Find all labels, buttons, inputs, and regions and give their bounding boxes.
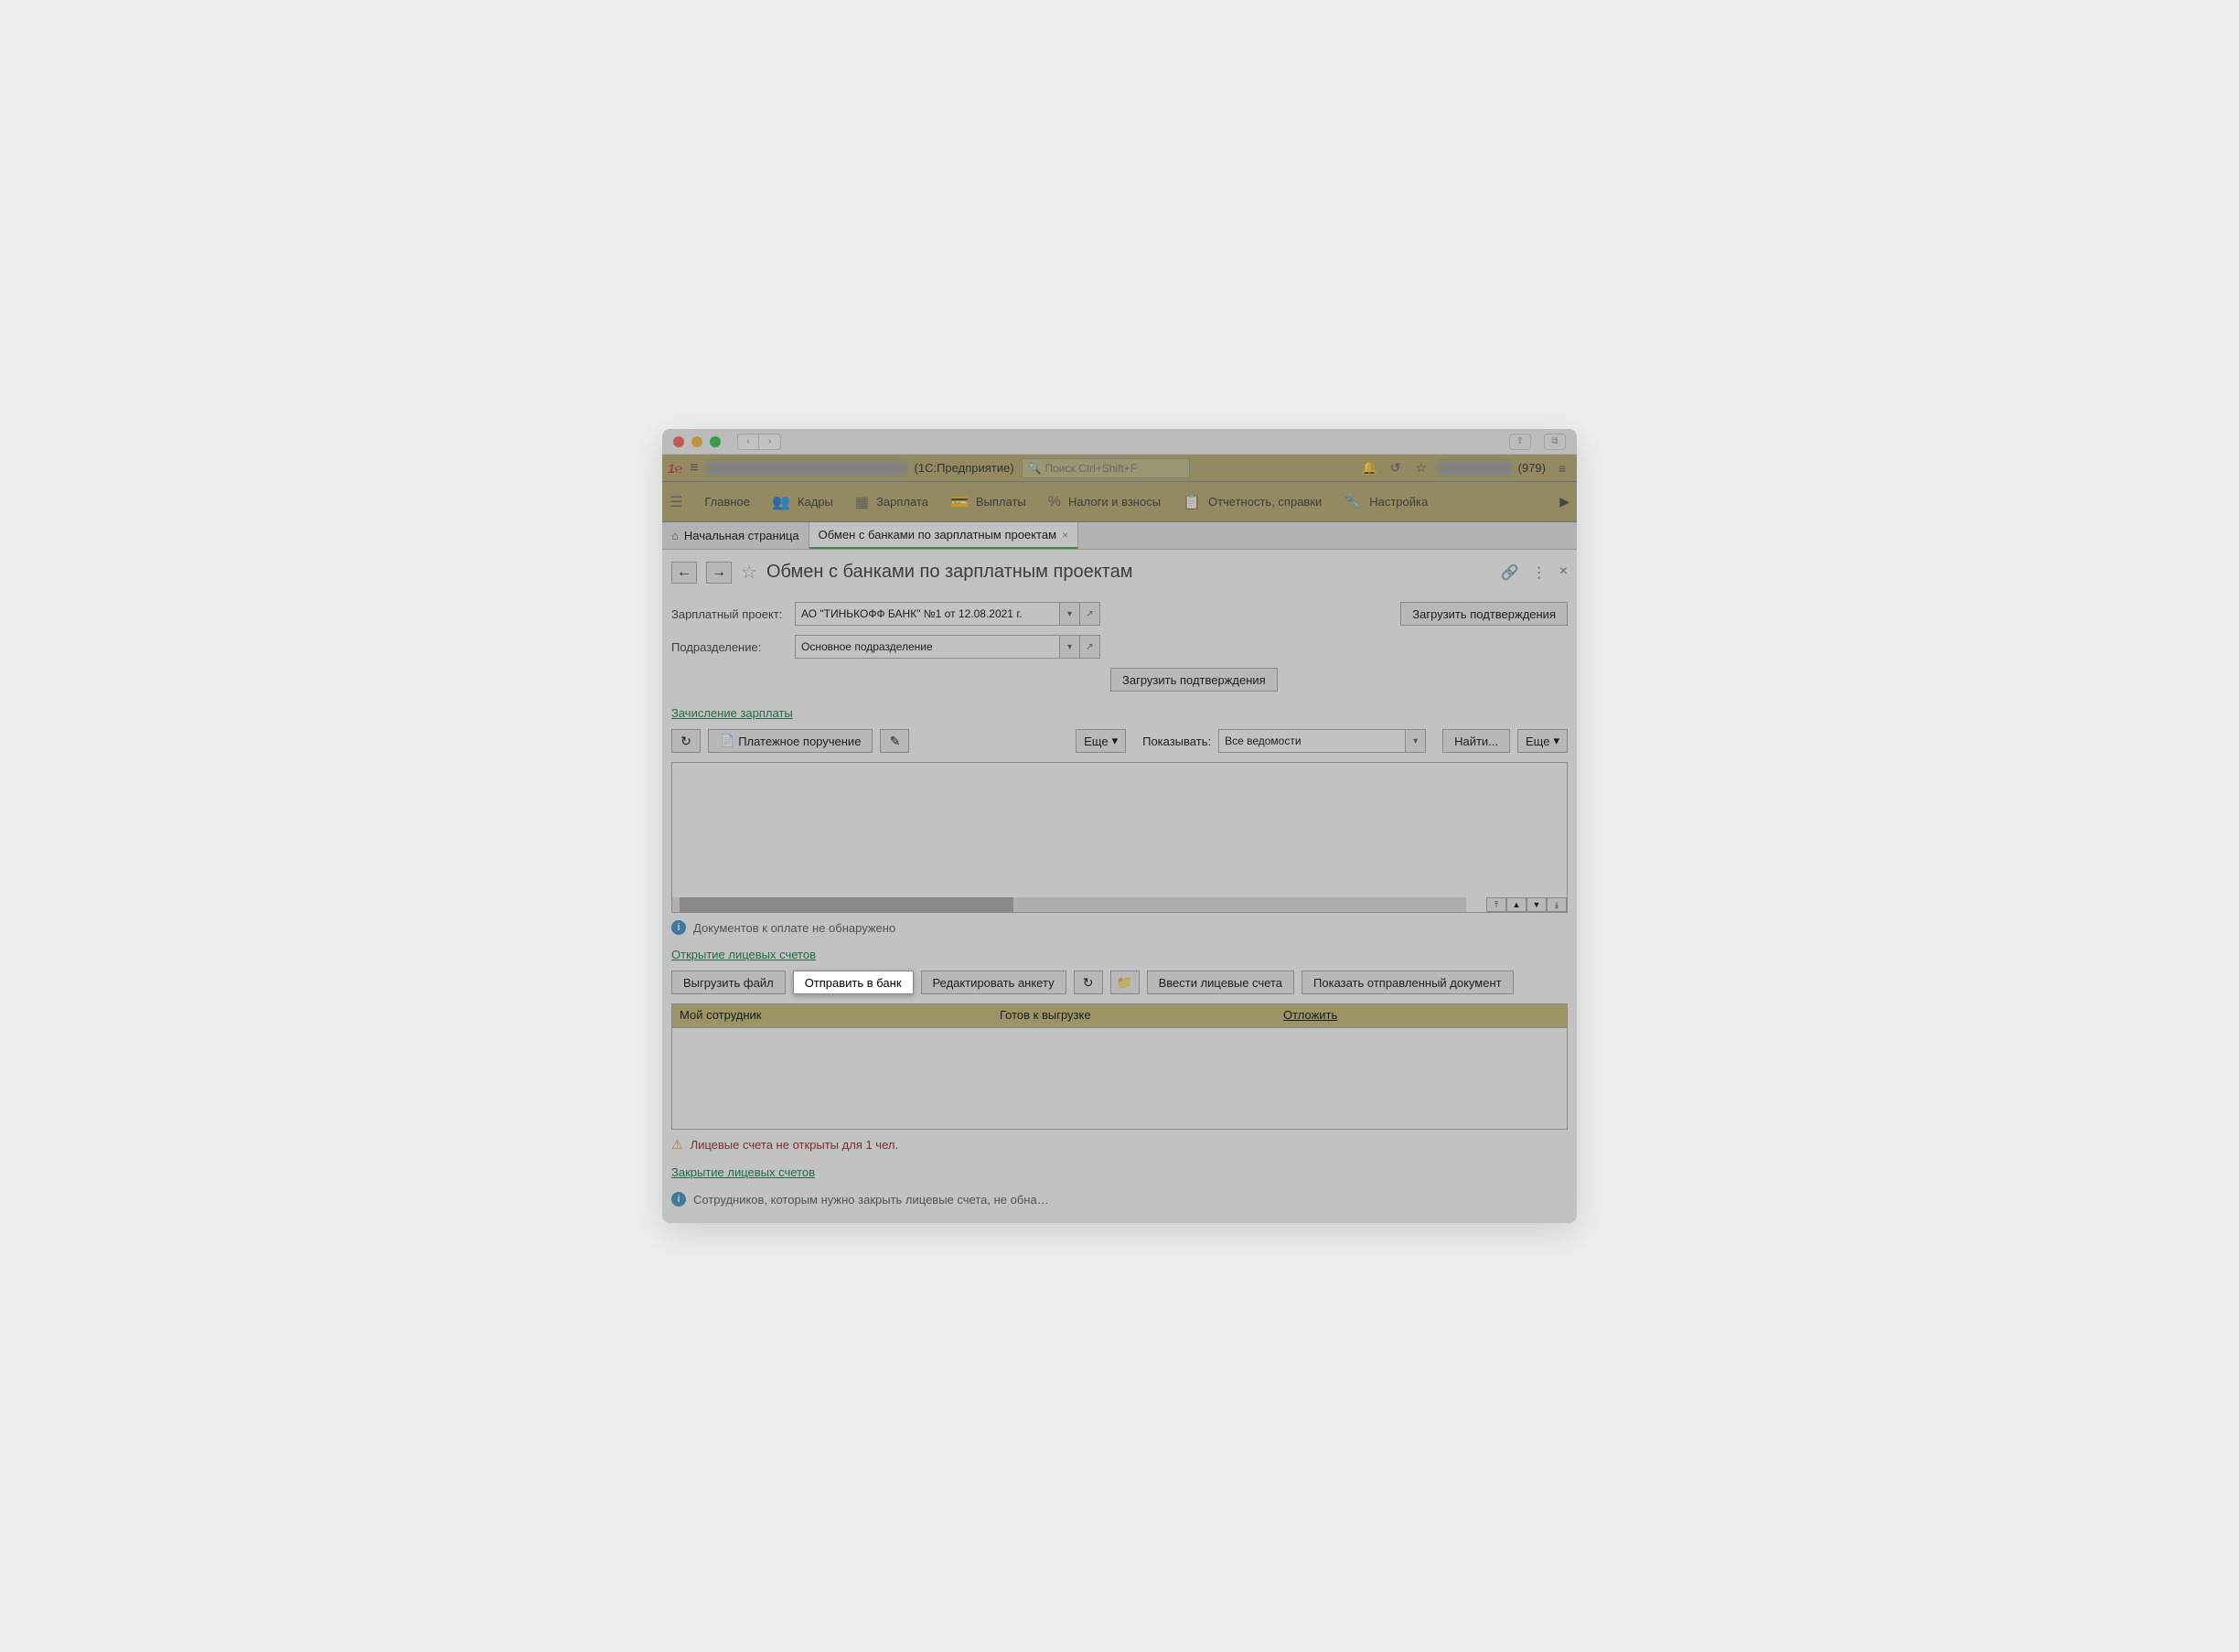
kebab-icon[interactable]: ⋮ xyxy=(1532,563,1547,582)
maximize-window-icon[interactable] xyxy=(710,436,721,447)
tab-bar: ⌂ Начальная страница Обмен с банками по … xyxy=(662,522,1577,550)
menu-icon[interactable]: ≡ xyxy=(690,460,698,477)
enter-accounts-button[interactable]: Ввести лицевые счета xyxy=(1147,971,1294,994)
nav-settings[interactable]: 🔧Настройка xyxy=(1344,493,1428,511)
documents-grid[interactable]: ⤒ ▲ ▼ ⤓ xyxy=(671,762,1568,913)
settings-icon[interactable]: ≡ xyxy=(1553,459,1571,477)
edit-icon[interactable]: ✎ xyxy=(880,729,909,753)
home-icon: ⌂ xyxy=(671,529,679,542)
refresh-icon[interactable]: ↻ xyxy=(671,729,701,753)
nav-reports[interactable]: 📋Отчетность, справки xyxy=(1183,493,1322,511)
page-title: Обмен с банками по зарплатным проектам xyxy=(766,562,1133,583)
col-employee[interactable]: Мой сотрудник xyxy=(672,1004,992,1027)
app-suffix: (1С:Предприятие) xyxy=(915,461,1014,475)
scroll-first-icon[interactable]: ⤒ xyxy=(1486,897,1506,912)
show-label: Показывать: xyxy=(1142,735,1211,748)
edit-form-button[interactable]: Редактировать анкету xyxy=(921,971,1066,994)
more-button-2[interactable]: Еще ▾ xyxy=(1517,729,1568,753)
open-icon[interactable]: ↗ xyxy=(1080,602,1100,626)
export-file-button[interactable]: Выгрузить файл xyxy=(671,971,786,994)
col-ready[interactable]: Готов к выгрузке xyxy=(992,1004,1276,1027)
refresh-icon[interactable]: ↻ xyxy=(1074,971,1103,994)
windows-icon[interactable]: ⧉ xyxy=(1544,434,1566,450)
blurred-title: xxxxxx xyxy=(706,461,907,476)
dept-label: Подразделение: xyxy=(671,640,795,654)
tab-home[interactable]: ⌂ Начальная страница xyxy=(662,522,809,549)
info-icon: i xyxy=(671,920,686,935)
accounts-warning: Лицевые счета не открыты для 1 чел. xyxy=(691,1138,899,1152)
star-icon[interactable]: ☆ xyxy=(1412,459,1430,477)
link-icon[interactable]: 🔗 xyxy=(1501,563,1519,582)
find-button[interactable]: Найти... xyxy=(1442,729,1510,753)
back-button[interactable]: ← xyxy=(671,562,697,584)
nav-taxes[interactable]: %Налоги и взносы xyxy=(1048,494,1161,510)
close-window-icon[interactable] xyxy=(673,436,684,447)
search-icon: 🔍 xyxy=(1028,462,1042,475)
more-button-1[interactable]: Еще ▾ xyxy=(1076,729,1126,753)
load-confirm-button[interactable]: Загрузить подтверждения xyxy=(1400,602,1568,626)
tab-close-icon[interactable]: × xyxy=(1062,529,1068,542)
tab-exchange[interactable]: Обмен с банками по зарплатным проектам × xyxy=(809,522,1078,549)
load-confirm-button-2[interactable]: Загрузить подтверждения xyxy=(1110,668,1278,692)
project-input[interactable]: АО "ТИНЬКОФФ БАНК" №1 от 12.08.2021 г. xyxy=(795,602,1060,626)
nav-main[interactable]: Главное xyxy=(704,495,750,509)
nav-back-icon[interactable]: ‹ xyxy=(737,434,759,450)
favorite-icon[interactable]: ☆ xyxy=(741,561,757,584)
history-icon[interactable]: ↺ xyxy=(1387,459,1405,477)
salary-credit-link[interactable]: Зачисление зарплаты xyxy=(671,706,793,720)
open-icon[interactable]: ↗ xyxy=(1080,635,1100,659)
scroll-last-icon[interactable]: ⤓ xyxy=(1547,897,1567,912)
show-filter-input[interactable]: Все ведомости xyxy=(1218,729,1406,753)
show-sent-button[interactable]: Показать отправленный документ xyxy=(1302,971,1514,994)
nav-bar: ☰ Главное 👥Кадры ▦Зарплата 💳Выплаты %Нал… xyxy=(662,482,1577,522)
employees-grid-body[interactable] xyxy=(672,1028,1567,1129)
share-icon[interactable]: ⇪ xyxy=(1509,434,1531,450)
dept-input[interactable]: Основное подразделение xyxy=(795,635,1060,659)
user-count: (979) xyxy=(1518,461,1546,475)
folder-icon[interactable]: 📁 xyxy=(1110,971,1140,994)
dropdown-icon[interactable]: ▾ xyxy=(1060,635,1080,659)
close-status: Сотрудников, которым нужно закрыть лицев… xyxy=(693,1193,1049,1207)
close-page-icon[interactable]: × xyxy=(1559,563,1568,582)
nav-more-icon[interactable]: ▶ xyxy=(1559,494,1569,510)
search-input[interactable]: 🔍 Поиск Ctrl+Shift+F xyxy=(1022,458,1191,478)
window-titlebar: ‹ › ⇪ ⧉ xyxy=(662,429,1577,455)
salary-status: Документов к оплате не обнаружено xyxy=(693,921,895,935)
app-header: 1℮ ≡ xxxxxx (1С:Предприятие) 🔍 Поиск Ctr… xyxy=(662,455,1577,482)
col-postpone[interactable]: Отложить xyxy=(1276,1004,1567,1027)
minimize-window-icon[interactable] xyxy=(691,436,702,447)
blurred-user: xxx xyxy=(1438,461,1511,476)
bell-icon[interactable]: 🔔 xyxy=(1361,459,1379,477)
project-label: Зарплатный проект: xyxy=(671,607,795,621)
scroll-down-icon[interactable]: ▼ xyxy=(1527,897,1547,912)
forward-button[interactable]: → xyxy=(706,562,732,584)
horizontal-scrollbar[interactable] xyxy=(672,897,1466,912)
app-logo: 1℮ xyxy=(668,461,682,476)
nav-staff[interactable]: 👥Кадры xyxy=(772,493,833,511)
payment-order-button[interactable]: 📄Платежное поручение xyxy=(708,729,873,753)
dropdown-icon[interactable]: ▾ xyxy=(1406,729,1426,753)
open-accounts-link[interactable]: Открытие лицевых счетов xyxy=(671,948,816,961)
employees-grid: Мой сотрудник Готов к выгрузке Отложить xyxy=(671,1003,1568,1130)
close-accounts-link[interactable]: Закрытие лицевых счетов xyxy=(671,1165,815,1179)
send-to-bank-button[interactable]: Отправить в банк xyxy=(793,971,914,994)
info-icon: i xyxy=(671,1192,686,1207)
nav-forward-icon[interactable]: › xyxy=(759,434,781,450)
dropdown-icon[interactable]: ▾ xyxy=(1060,602,1080,626)
nav-payments[interactable]: 💳Выплаты xyxy=(950,493,1026,511)
warning-icon: ⚠ xyxy=(671,1137,683,1153)
page-title-row: ← → ☆ Обмен с банками по зарплатным прое… xyxy=(662,550,1577,602)
nav-burger[interactable]: ☰ xyxy=(670,493,682,511)
nav-salary[interactable]: ▦Зарплата xyxy=(855,493,928,511)
scroll-up-icon[interactable]: ▲ xyxy=(1506,897,1527,912)
